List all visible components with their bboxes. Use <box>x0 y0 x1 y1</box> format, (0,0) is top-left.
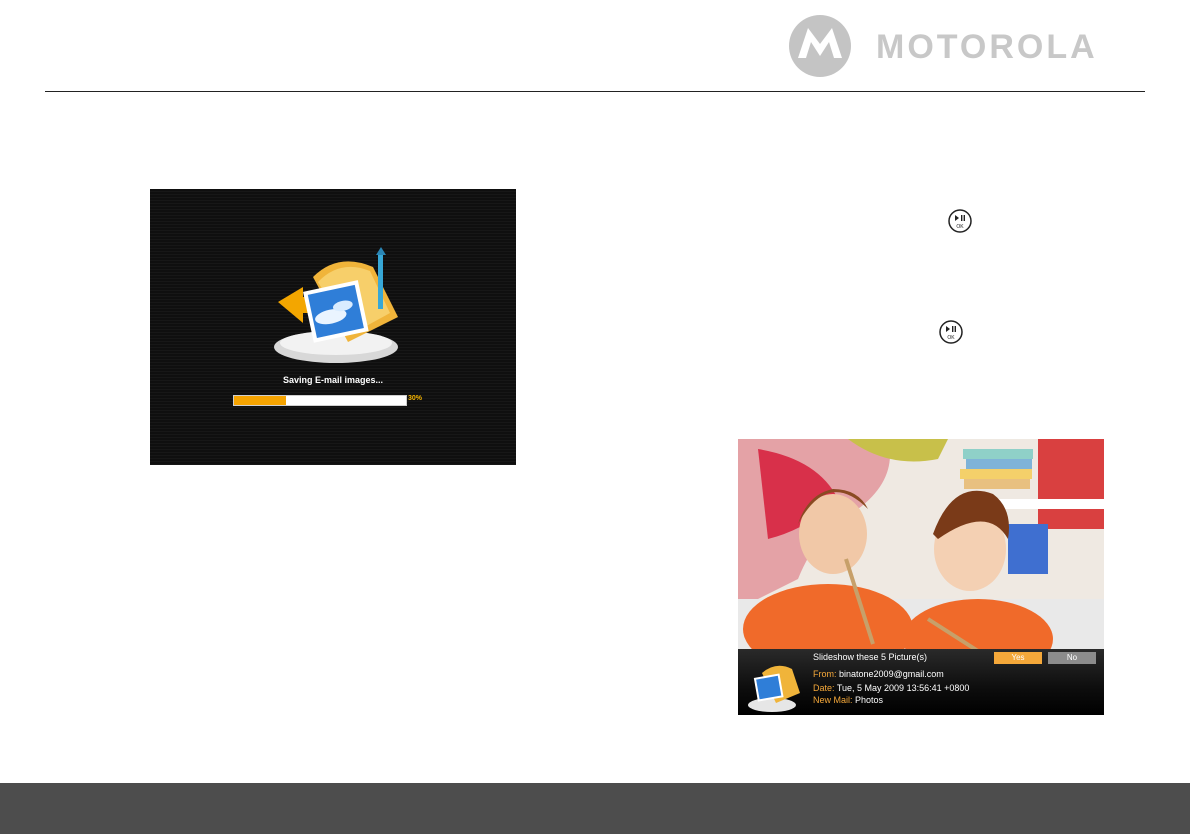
motorola-batwing-icon <box>789 15 851 77</box>
progress-bar-fill <box>234 396 286 405</box>
svg-text:OK: OK <box>947 335 955 341</box>
no-button[interactable]: No <box>1048 652 1096 664</box>
from-value: binatone2009@gmail.com <box>839 669 944 679</box>
progress-percent: 30% <box>408 395 423 402</box>
yes-button[interactable]: Yes <box>994 652 1042 664</box>
progress-bar <box>233 395 407 406</box>
saving-message: Saving E-mail images... <box>282 375 384 385</box>
header-divider <box>45 91 1145 92</box>
page-footer-bar <box>0 783 1190 834</box>
play-pause-ok-icon: OK <box>948 209 972 233</box>
brand-name: MOTOROLA <box>876 28 1098 66</box>
motorola-logo: MOTOROLA <box>788 14 1138 80</box>
from-label: From: <box>813 669 837 679</box>
new-mail-row: New Mail: Photos <box>813 695 883 705</box>
mail-info-bar: Slideshow these 5 Picture(s) Yes No From… <box>738 649 1104 715</box>
children-painting-photo <box>738 439 1104 651</box>
new-mail-label: New Mail: <box>813 695 853 705</box>
date-value: Tue, 5 May 2009 13:56:41 +0800 <box>836 683 970 693</box>
date-row: Date: Tue, 5 May 2009 13:56:41 +0800 <box>813 683 969 693</box>
svg-text:OK: OK <box>956 224 964 230</box>
date-label: Date: <box>813 683 835 693</box>
play-pause-ok-icon: OK <box>939 320 963 344</box>
mailbox-photo-icon <box>274 247 398 363</box>
new-mail-value: Photos <box>855 695 884 705</box>
mailbox-photo-icon <box>748 665 800 712</box>
saving-screen: Saving E-mail images... 30% <box>150 189 516 465</box>
slideshow-prompt: Slideshow these 5 Picture(s) <box>813 652 928 662</box>
from-row: From: binatone2009@gmail.com <box>813 669 944 679</box>
new-mail-screen: Slideshow these 5 Picture(s) Yes No From… <box>738 439 1104 715</box>
